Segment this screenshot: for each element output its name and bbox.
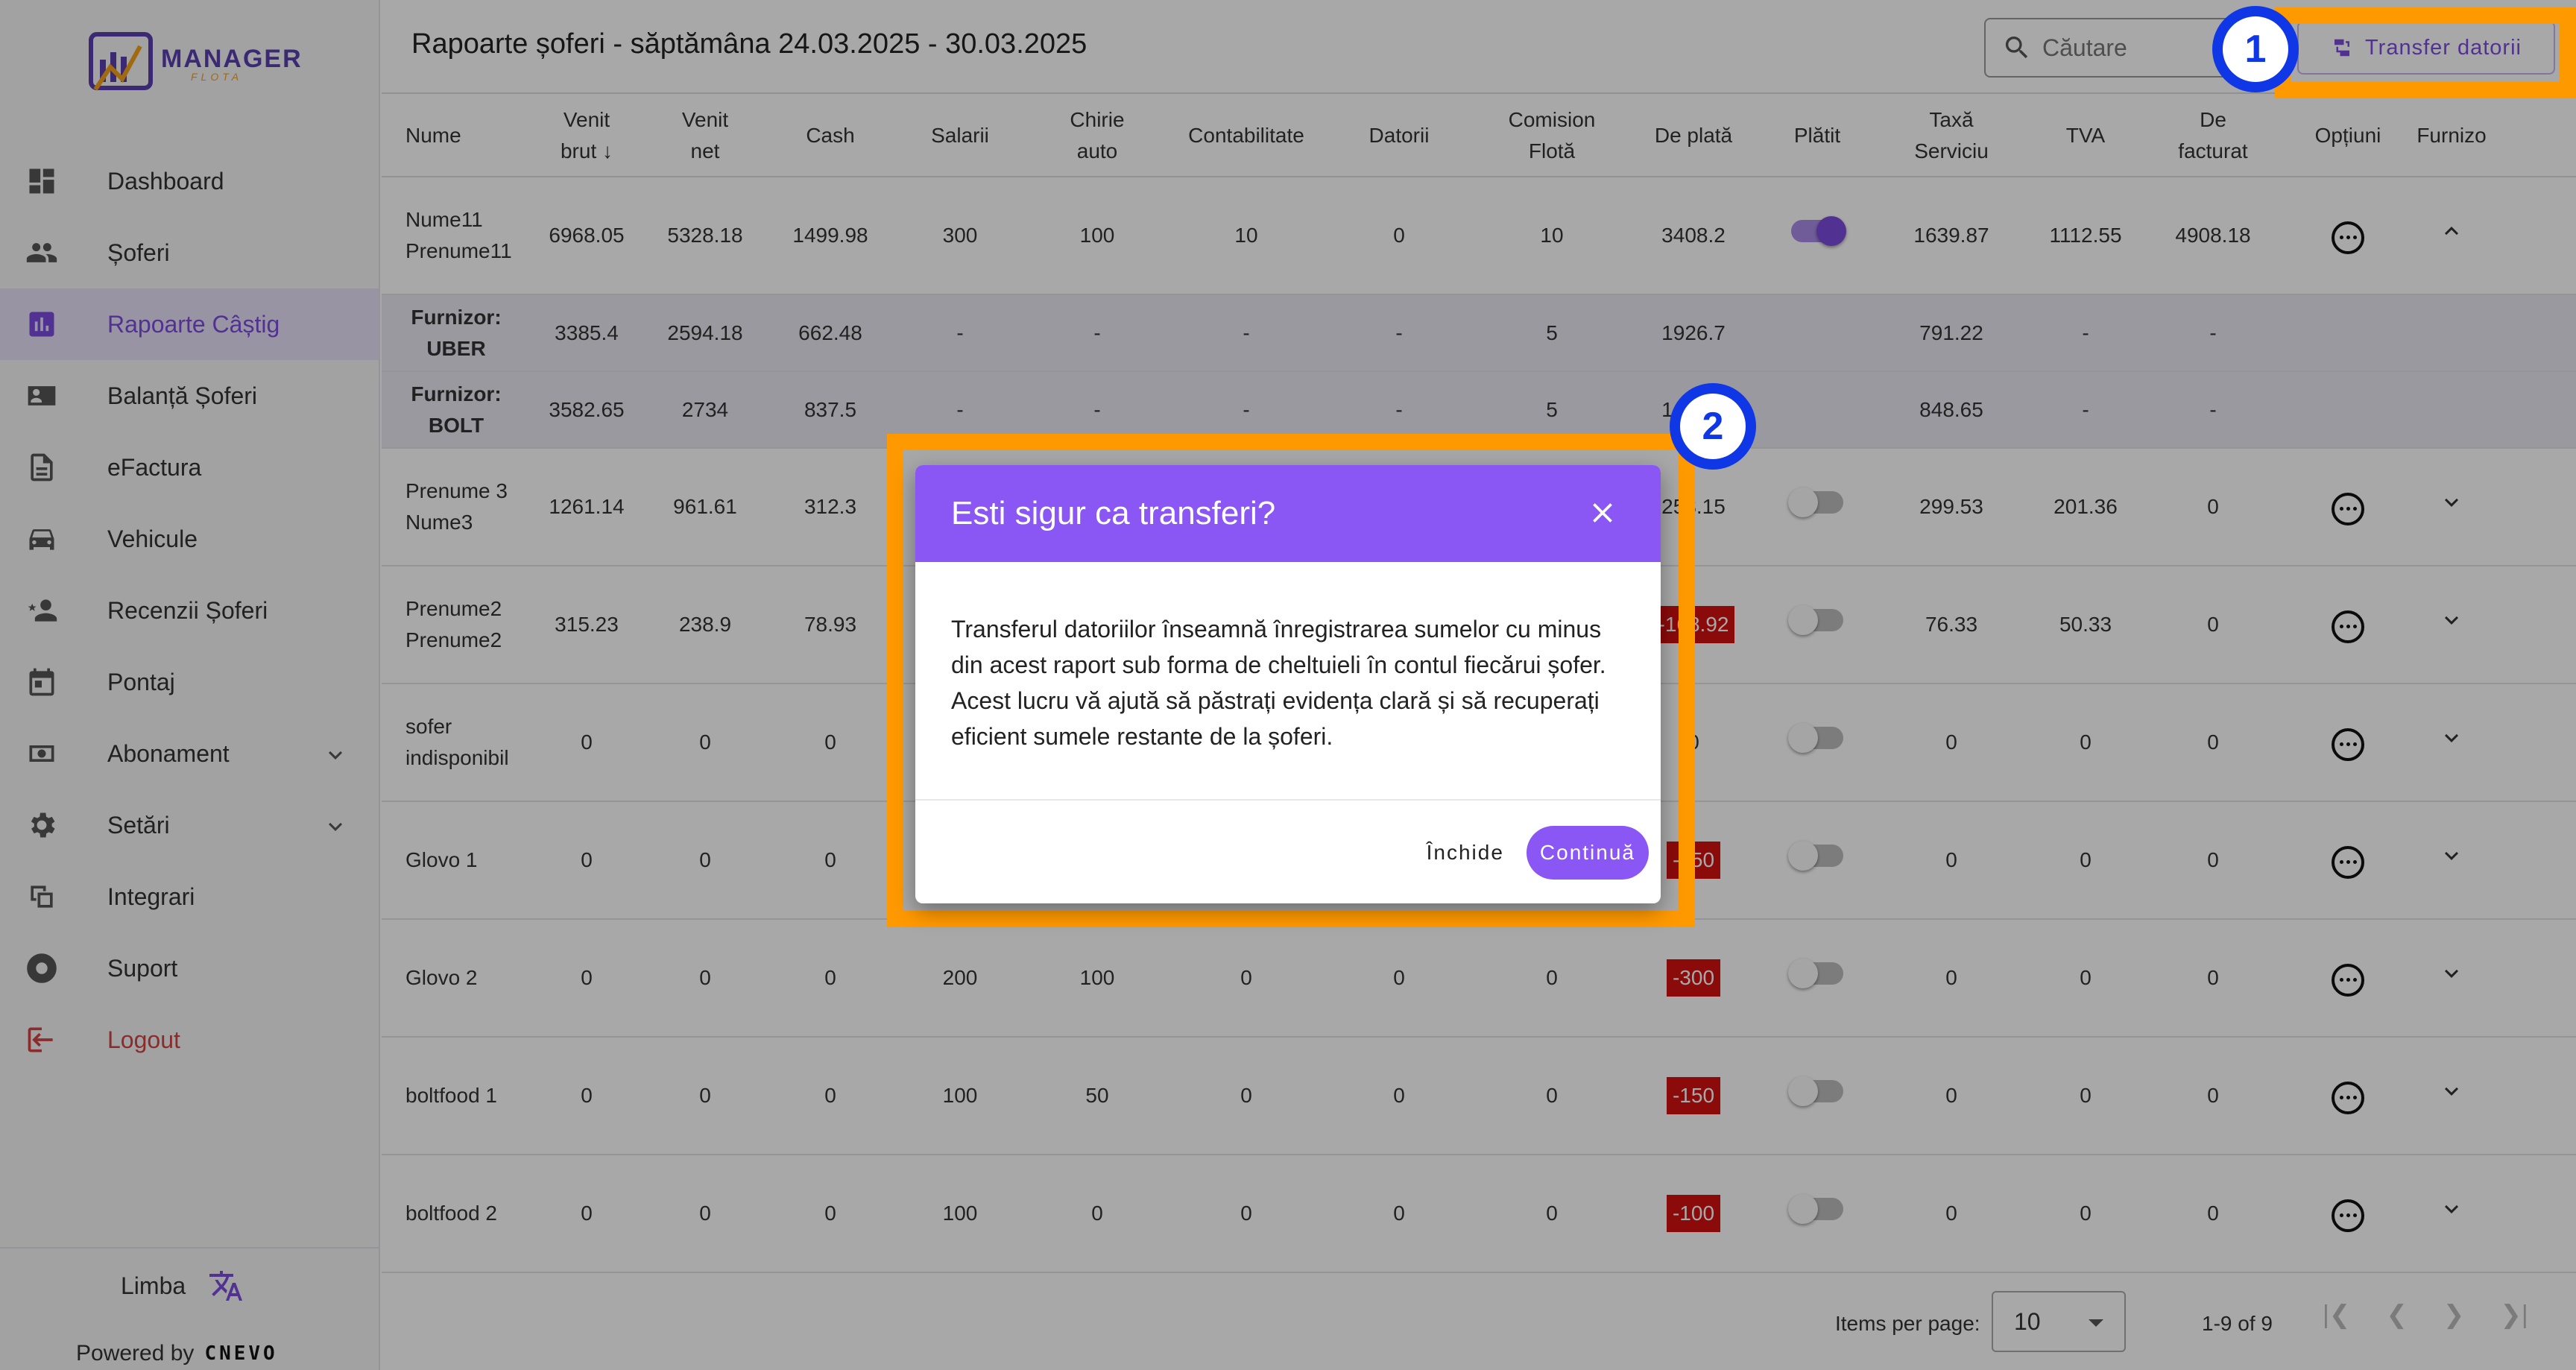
dialog-header: Esti sigur ca transferi? [915, 465, 1661, 562]
step-badge-2: 2 [1670, 383, 1756, 470]
close-dialog-button[interactable]: Închide [1427, 841, 1504, 865]
app-root: MANAGER FLOTA Dashboard Șoferi Rapoarte Câ… [0, 0, 2576, 1370]
step-badge-1-number: 1 [2223, 16, 2288, 82]
dialog-body: Transferul datoriilor înseamnă înregistr… [915, 562, 1661, 801]
dialog-title: Esti sigur ca transferi? [951, 495, 1276, 531]
confirm-transfer-dialog: Esti sigur ca transferi? Transferul dato… [915, 465, 1661, 903]
continue-button[interactable]: Continuă [1526, 826, 1649, 880]
close-icon[interactable] [1586, 496, 1619, 529]
highlight-transfer-button [2275, 7, 2576, 98]
step-badge-1: 1 [2212, 6, 2299, 92]
dialog-actions: Închide Continuă [1427, 826, 1649, 880]
step-badge-2-number: 2 [1680, 394, 1746, 459]
